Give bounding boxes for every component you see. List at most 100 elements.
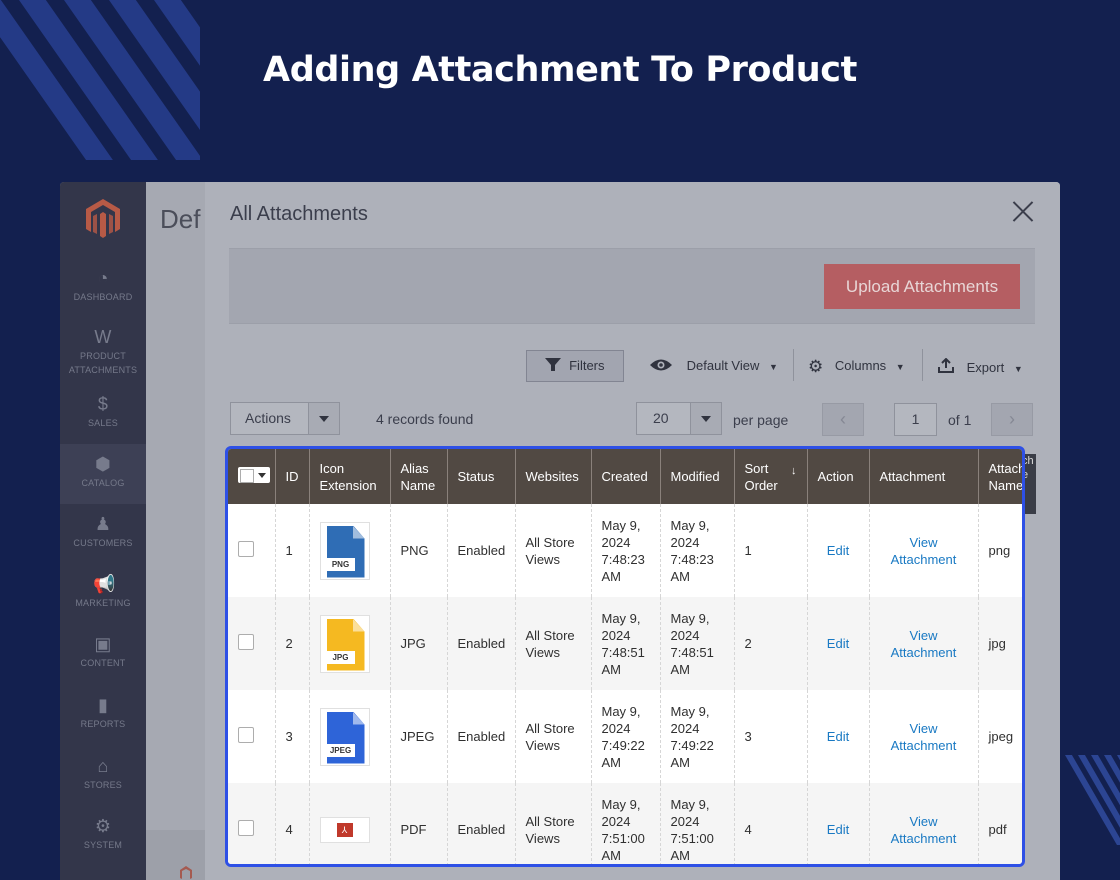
columns-dropdown[interactable]: ⚙ Columns ▼ bbox=[808, 358, 905, 378]
attachments-icon: W bbox=[94, 327, 112, 347]
sidebar-item-content[interactable]: ▣ Content bbox=[60, 634, 146, 670]
column-header-created[interactable]: Created bbox=[590, 449, 660, 504]
cell-sort-order: 1 bbox=[733, 504, 807, 597]
mass-actions-select[interactable]: Actions bbox=[230, 402, 340, 435]
funnel-icon bbox=[545, 353, 562, 383]
cell-modified: May 9, 2024 7:49:22 AM bbox=[659, 690, 734, 783]
chevron-right-icon: › bbox=[1009, 409, 1015, 429]
default-view-dropdown[interactable]: Default View ▼ bbox=[649, 358, 778, 378]
export-label: Export bbox=[966, 360, 1005, 375]
columns-label: Columns bbox=[834, 358, 887, 373]
sidebar-item-marketing[interactable]: 📢 Marketing bbox=[60, 574, 146, 610]
sidebar-item-label: Content bbox=[80, 658, 126, 668]
next-page-button[interactable]: › bbox=[991, 403, 1033, 436]
upload-attachments-button[interactable]: Upload Attachments bbox=[824, 264, 1020, 309]
hero-title: Adding Attachment To Product bbox=[263, 50, 857, 90]
cell-websites: All Store Views bbox=[514, 690, 591, 783]
chevron-down-icon: ▼ bbox=[1013, 364, 1023, 374]
sidebar-item-system[interactable]: ⚙ System bbox=[60, 816, 146, 852]
edit-link[interactable]: Edit bbox=[806, 597, 869, 690]
cell-icon: PNG bbox=[308, 504, 390, 597]
gear-icon: ⚙ bbox=[808, 357, 824, 376]
cell-attachment-name: jpg bbox=[977, 597, 1022, 690]
dollar-icon: $ bbox=[97, 394, 109, 414]
gear-icon: ⚙ bbox=[94, 816, 112, 836]
toolbar-divider bbox=[922, 349, 923, 381]
cell-id: 2 bbox=[274, 597, 309, 690]
edit-link[interactable]: Edit bbox=[806, 783, 869, 864]
table-row: 1 PNG PNG Enabled All Store Views May 9, 2024… bbox=[228, 504, 1022, 597]
column-header-id[interactable]: ID bbox=[274, 449, 309, 504]
cell-sort-order: 4 bbox=[733, 783, 807, 864]
cell-id: 4 bbox=[274, 783, 309, 864]
megaphone-icon: 📢 bbox=[93, 574, 116, 594]
column-header-action[interactable]: Action bbox=[806, 449, 869, 504]
column-header-alias-name[interactable]: Alias Name bbox=[389, 449, 447, 504]
sidebar-item-product-attachments[interactable]: W Product Attachments bbox=[60, 327, 146, 377]
admin-window: ◔ Dashboard W Product Attachments $ Sales ⬢ Cat… bbox=[60, 182, 1060, 880]
row-checkbox[interactable] bbox=[228, 504, 275, 597]
cell-alias: JPEG bbox=[389, 690, 447, 783]
sidebar-item-reports[interactable]: ▮ Reports bbox=[60, 695, 146, 731]
jpg-file-icon: JPG bbox=[319, 614, 370, 673]
column-header-attachment[interactable]: Attachment bbox=[868, 449, 978, 504]
per-page-value: 20 bbox=[653, 410, 669, 426]
store-icon: ⌂ bbox=[97, 756, 109, 776]
sidebar-item-customers[interactable]: ♟ Customers bbox=[60, 514, 146, 550]
edit-link[interactable]: Edit bbox=[806, 690, 869, 783]
column-header-modified[interactable]: Modified bbox=[659, 449, 734, 504]
edit-link[interactable]: Edit bbox=[806, 504, 869, 597]
attachments-grid: ID Icon Extension Alias Name Status Webs… bbox=[225, 446, 1025, 867]
cell-websites: All Store Views bbox=[514, 504, 591, 597]
column-header-status[interactable]: Status bbox=[446, 449, 515, 504]
row-checkbox[interactable] bbox=[228, 690, 275, 783]
cell-websites: All Store Views bbox=[514, 597, 591, 690]
cell-status: Enabled bbox=[446, 783, 515, 864]
close-icon[interactable] bbox=[1012, 200, 1034, 222]
sidebar-item-dashboard[interactable]: ◔ Dashboard bbox=[60, 268, 146, 304]
filters-label: Filters bbox=[569, 358, 605, 373]
page-number-value: 1 bbox=[911, 411, 920, 427]
cell-icon: JPG bbox=[308, 597, 390, 690]
chevron-down-icon: ▼ bbox=[769, 362, 778, 372]
row-checkbox[interactable] bbox=[228, 783, 275, 864]
sidebar-item-stores[interactable]: ⌂ Stores bbox=[60, 756, 146, 792]
sort-arrow-icon: ↓ bbox=[791, 465, 797, 477]
column-header-websites[interactable]: Websites bbox=[514, 449, 591, 504]
cell-sort-order: 3 bbox=[733, 690, 807, 783]
column-header-icon-extension[interactable]: Icon Extension bbox=[308, 449, 390, 504]
cell-status: Enabled bbox=[446, 597, 515, 690]
cell-created: May 9, 2024 7:48:51 AM bbox=[590, 597, 660, 690]
view-attachment-link[interactable]: View Attachment bbox=[868, 783, 978, 864]
chevron-down-icon bbox=[690, 403, 721, 434]
view-attachment-link[interactable]: View Attachment bbox=[868, 690, 978, 783]
cell-modified: May 9, 2024 7:48:51 AM bbox=[659, 597, 734, 690]
box-icon: ⬢ bbox=[95, 454, 111, 474]
column-header-attachment-name[interactable]: Attach Name bbox=[977, 449, 1022, 504]
table-row: 4 ⅄ PDF Enabled All Store Views May 9, 2024 7… bbox=[228, 783, 1022, 864]
sidebar-item-sales[interactable]: $ Sales bbox=[60, 394, 146, 430]
column-header-sort-order[interactable]: Sort Order ↓ bbox=[733, 449, 807, 504]
sidebar-item-catalog[interactable]: ⬢ Catalog bbox=[60, 444, 146, 504]
export-dropdown[interactable]: Export ▼ bbox=[937, 357, 1023, 378]
filters-button[interactable]: Filters bbox=[526, 350, 624, 382]
modal-title: All Attachments bbox=[230, 203, 368, 225]
page-title: Def bbox=[160, 204, 201, 234]
bar-chart-icon: ▮ bbox=[97, 695, 109, 715]
admin-sidebar: ◔ Dashboard W Product Attachments $ Sales ⬢ Cat… bbox=[60, 182, 146, 880]
cell-websites: All Store Views bbox=[514, 783, 591, 864]
prev-page-button[interactable]: ‹ bbox=[822, 403, 864, 436]
mass-actions-label: Actions bbox=[245, 410, 291, 426]
layout-icon: ▣ bbox=[94, 634, 112, 654]
select-all-checkbox[interactable] bbox=[228, 449, 275, 504]
view-attachment-link[interactable]: View Attachment bbox=[868, 504, 978, 597]
view-attachment-link[interactable]: View Attachment bbox=[868, 597, 978, 690]
per-page-select[interactable]: 20 bbox=[636, 402, 722, 435]
jpeg-file-icon: JPEG bbox=[319, 707, 370, 766]
cell-status: Enabled bbox=[446, 690, 515, 783]
page-number-input[interactable]: 1 bbox=[894, 403, 937, 436]
row-checkbox[interactable] bbox=[228, 597, 275, 690]
sidebar-item-label: Reports bbox=[80, 719, 126, 729]
cell-attachment-name: pdf bbox=[977, 783, 1022, 864]
records-count: 4 records found bbox=[376, 411, 474, 427]
